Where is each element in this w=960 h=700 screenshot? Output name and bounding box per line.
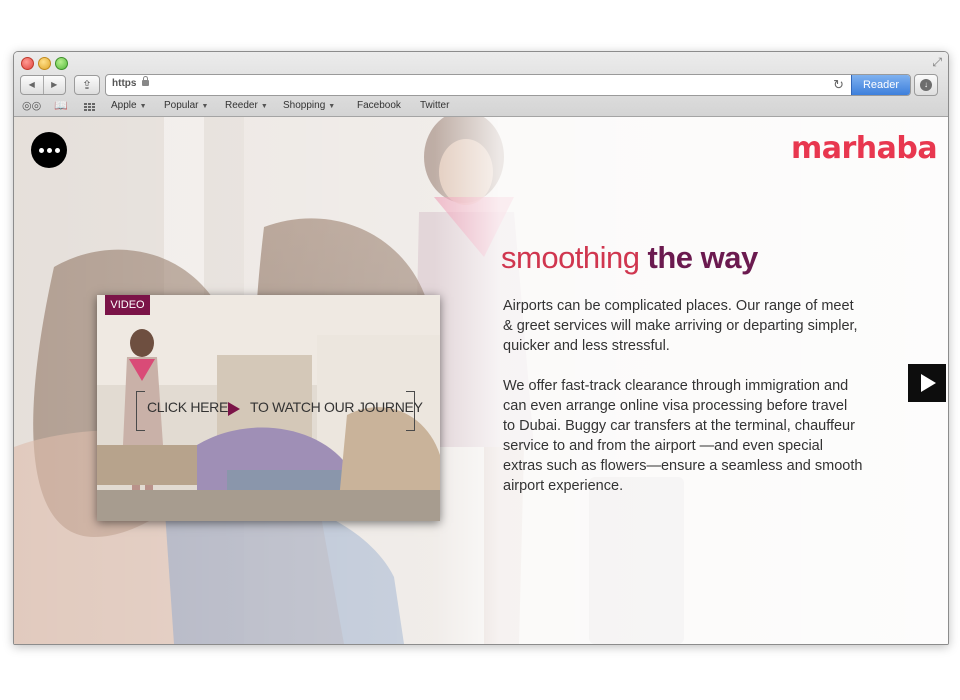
headline-bold: the way	[647, 240, 759, 275]
close-window-button[interactable]	[21, 57, 34, 70]
menu-button[interactable]	[31, 132, 67, 168]
cta-click-here[interactable]: CLICK HERE	[147, 399, 228, 415]
zoom-window-button[interactable]	[55, 57, 68, 70]
bookmarks-icon[interactable]: 📖	[54, 99, 68, 113]
next-slide-button[interactable]	[908, 364, 946, 402]
video-tag: VIDEO	[105, 295, 150, 315]
bookmark-twitter[interactable]: Twitter	[420, 100, 449, 111]
reader-button[interactable]: Reader	[851, 75, 910, 95]
url-text: https	[112, 78, 137, 89]
address-bar[interactable]: https ↻ Reader	[105, 74, 911, 96]
dot-icon	[46, 147, 52, 153]
dot-icon	[54, 147, 60, 153]
fullscreen-icon[interactable]: ⤢	[932, 55, 942, 69]
forward-icon[interactable]: ▶	[44, 76, 66, 94]
browser-toolbar: ⤢ ◀ ▶ ⇪ https ↻ Reader ↓ ◎◎ 📖 Apple ▼ Pop…	[14, 52, 948, 117]
downloads-icon: ↓	[920, 79, 932, 91]
bookmark-reeder[interactable]: Reeder ▼	[225, 100, 268, 111]
intro-paragraph: Airports can be complicated places. Our …	[503, 298, 858, 354]
bookmark-apple[interactable]: Apple ▼	[111, 100, 147, 111]
reload-icon[interactable]: ↻	[833, 77, 844, 93]
bookmarks-bar: ◎◎ 📖 Apple ▼ Popular ▼ Reeder ▼ Shopping ▼ F…	[14, 98, 948, 114]
bookmark-shopping[interactable]: Shopping ▼	[283, 100, 335, 111]
headline-light: smoothing	[501, 240, 640, 275]
top-sites-icon[interactable]	[84, 102, 95, 111]
page-content: marhaba smoothing the way Airports can be…	[14, 117, 948, 644]
page-headline: smoothing the way	[501, 240, 758, 276]
marhaba-logo[interactable]: marhaba	[791, 131, 938, 166]
reading-list-icon[interactable]: ◎◎	[22, 99, 41, 113]
bookmark-popular[interactable]: Popular ▼	[164, 100, 208, 111]
video-thumbnail[interactable]: VIDEO CLICK HERE TO WATCH OUR JOURNEY	[97, 295, 440, 521]
back-icon[interactable]: ◀	[21, 76, 44, 94]
browser-window: ⤢ ◀ ▶ ⇪ https ↻ Reader ↓ ◎◎ 📖 Apple ▼ Pop…	[13, 51, 949, 645]
play-arrow-icon	[921, 374, 936, 392]
cta-watch-journey[interactable]: TO WATCH OUR JOURNEY	[250, 399, 423, 415]
bookmark-facebook[interactable]: Facebook	[357, 100, 401, 111]
lock-icon	[142, 76, 149, 86]
share-icon[interactable]: ⇪	[74, 75, 100, 95]
services-paragraph: We offer fast-track clearance through im…	[503, 378, 863, 494]
downloads-button[interactable]: ↓	[914, 74, 938, 96]
minimize-window-button[interactable]	[38, 57, 51, 70]
play-icon[interactable]	[228, 402, 240, 416]
dot-icon	[38, 147, 44, 153]
back-forward-buttons: ◀ ▶	[20, 75, 66, 95]
bracket-left	[136, 391, 145, 431]
